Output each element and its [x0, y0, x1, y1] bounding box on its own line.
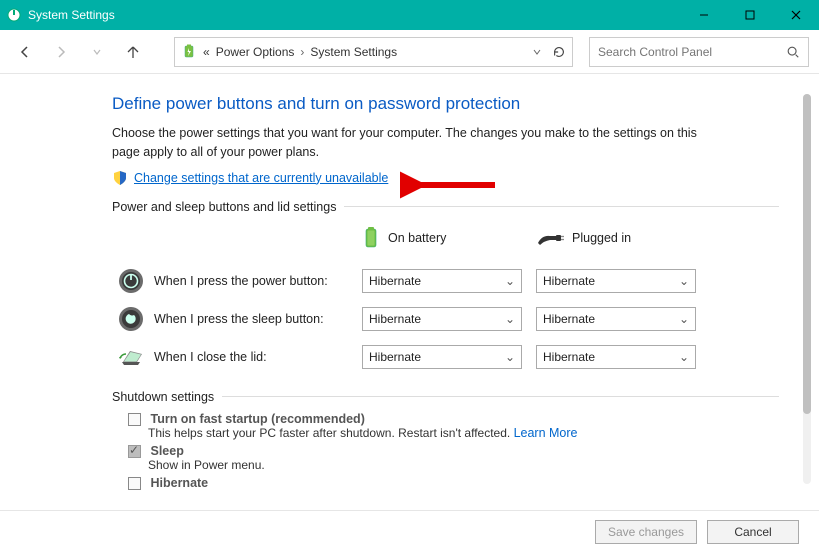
sleep-button-icon — [118, 306, 144, 332]
cancel-button[interactable]: Cancel — [707, 520, 799, 544]
plug-icon — [536, 229, 564, 247]
close-button[interactable] — [773, 0, 819, 30]
fast-startup-option: Turn on fast startup (recommended) This … — [128, 412, 779, 440]
footer: Save changes Cancel — [0, 510, 819, 553]
address-dropdown-icon[interactable] — [532, 47, 542, 57]
save-button[interactable]: Save changes — [595, 520, 697, 544]
scrollbar-thumb[interactable] — [803, 94, 811, 414]
lid-plugged-select[interactable]: Hibernate ⌄ — [536, 345, 696, 369]
lid-battery-select[interactable]: Hibernate ⌄ — [362, 345, 522, 369]
up-button[interactable] — [118, 37, 148, 67]
minimize-button[interactable] — [681, 0, 727, 30]
col-plugged-in: Plugged in — [536, 223, 696, 259]
laptop-lid-icon — [118, 344, 144, 370]
crumb-system-settings[interactable]: System Settings — [310, 45, 397, 59]
sleep-checkbox[interactable] — [128, 445, 141, 458]
change-settings-link[interactable]: Change settings that are currently unava… — [134, 171, 388, 185]
sleep-plugged-select[interactable]: Hibernate ⌄ — [536, 307, 696, 331]
breadcrumb-bar[interactable]: « Power Options › System Settings — [174, 37, 573, 67]
chevron-down-icon: ⌄ — [679, 350, 689, 364]
search-icon — [786, 45, 800, 59]
learn-more-link[interactable]: Learn More — [514, 426, 578, 440]
search-input[interactable] — [598, 45, 778, 59]
chevron-down-icon: ⌄ — [505, 274, 515, 288]
back-button[interactable] — [10, 37, 40, 67]
power-button-row: When I press the power button: — [118, 262, 348, 300]
crumb-sep-icon: › — [300, 45, 304, 59]
power-plugged-select[interactable]: Hibernate ⌄ — [536, 269, 696, 293]
intro-text: Choose the power settings that you want … — [112, 124, 722, 162]
chevron-down-icon: ⌄ — [505, 312, 515, 326]
hibernate-option: Hibernate — [128, 476, 779, 490]
chevron-down-icon: ⌄ — [505, 350, 515, 364]
content-area: Define power buttons and turn on passwor… — [0, 74, 819, 510]
chevron-down-icon: ⌄ — [679, 274, 689, 288]
search-box[interactable] — [589, 37, 809, 67]
app-icon — [6, 7, 22, 23]
navbar: « Power Options › System Settings — [0, 30, 819, 74]
maximize-button[interactable] — [727, 0, 773, 30]
power-plan-icon — [181, 44, 197, 60]
col-on-battery: On battery — [362, 220, 522, 262]
page-heading: Define power buttons and turn on passwor… — [112, 94, 779, 114]
power-button-icon — [118, 268, 144, 294]
scrollbar[interactable] — [803, 94, 811, 484]
crumb-prefix: « — [203, 45, 210, 59]
shield-icon — [112, 170, 128, 186]
window-title: System Settings — [28, 8, 115, 22]
sleep-option: Sleep Show in Power menu. — [128, 444, 779, 472]
recent-dropdown[interactable] — [82, 37, 112, 67]
section-shutdown-label: Shutdown settings — [112, 390, 779, 404]
battery-icon — [362, 226, 380, 250]
power-battery-select[interactable]: Hibernate ⌄ — [362, 269, 522, 293]
sleep-battery-select[interactable]: Hibernate ⌄ — [362, 307, 522, 331]
refresh-icon[interactable] — [552, 45, 566, 59]
crumb-power-options[interactable]: Power Options — [216, 45, 295, 59]
lid-row: When I close the lid: — [118, 338, 348, 376]
fast-startup-checkbox[interactable] — [128, 413, 141, 426]
titlebar: System Settings — [0, 0, 819, 30]
sleep-button-row: When I press the sleep button: — [118, 300, 348, 338]
hibernate-checkbox[interactable] — [128, 477, 141, 490]
section-buttons-label: Power and sleep buttons and lid settings — [112, 200, 779, 214]
chevron-down-icon: ⌄ — [679, 312, 689, 326]
forward-button[interactable] — [46, 37, 76, 67]
